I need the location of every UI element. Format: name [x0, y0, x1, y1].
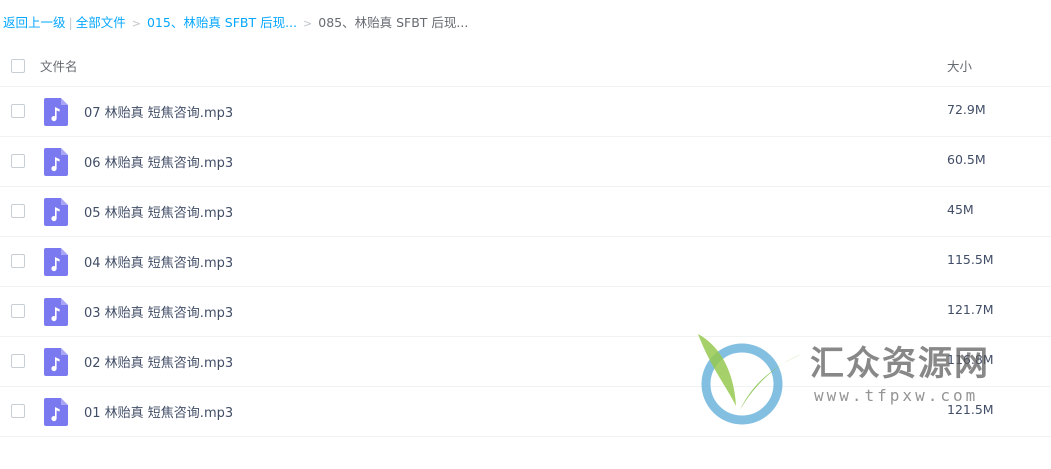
file-name[interactable]: 03 林贻真 短焦咨询.mp3 [84, 302, 233, 321]
file-checkbox[interactable] [11, 354, 25, 368]
file-size: 72.9M [947, 102, 986, 117]
file-row[interactable]: 02 林贻真 短焦咨询.mp3 116.8M [0, 337, 1051, 387]
file-name[interactable]: 02 林贻真 短焦咨询.mp3 [84, 352, 233, 371]
file-size: 121.7M [947, 302, 994, 317]
chevron-right-icon: > [303, 17, 313, 30]
breadcrumb-folder-015[interactable]: 015、林贻真 SFBT 后现... [147, 15, 297, 30]
file-checkbox[interactable] [11, 104, 25, 118]
select-all-checkbox[interactable] [11, 59, 25, 73]
file-size: 115.5M [947, 252, 994, 267]
file-size: 45M [947, 202, 974, 217]
file-row[interactable]: 04 林贻真 短焦咨询.mp3 115.5M [0, 237, 1051, 287]
breadcrumb-all-files[interactable]: 全部文件 [76, 15, 126, 30]
music-file-icon [44, 148, 68, 176]
file-checkbox[interactable] [11, 204, 25, 218]
file-size: 116.8M [947, 352, 994, 367]
music-file-icon [44, 398, 68, 426]
music-file-icon [44, 198, 68, 226]
back-link[interactable]: 返回上一级 [3, 15, 66, 30]
file-checkbox[interactable] [11, 304, 25, 318]
breadcrumb-separator: | [68, 15, 73, 30]
file-checkbox[interactable] [11, 254, 25, 268]
music-file-icon [44, 298, 68, 326]
file-row[interactable]: 05 林贻真 短焦咨询.mp3 45M [0, 187, 1051, 237]
file-checkbox[interactable] [11, 404, 25, 418]
music-file-icon [44, 98, 68, 126]
breadcrumb-current-folder: 085、林贻真 SFBT 后现... [318, 15, 469, 30]
file-name[interactable]: 05 林贻真 短焦咨询.mp3 [84, 202, 233, 221]
column-header-size[interactable]: 大小 [947, 56, 972, 75]
file-row[interactable]: 01 林贻真 短焦咨询.mp3 121.5M [0, 387, 1051, 437]
file-name[interactable]: 04 林贻真 短焦咨询.mp3 [84, 252, 233, 271]
file-row[interactable]: 06 林贻真 短焦咨询.mp3 60.5M [0, 137, 1051, 187]
file-row[interactable]: 03 林贻真 短焦咨询.mp3 121.7M [0, 287, 1051, 337]
file-size: 121.5M [947, 402, 994, 417]
file-row[interactable]: 07 林贻真 短焦咨询.mp3 72.9M [0, 87, 1051, 137]
music-file-icon [44, 248, 68, 276]
file-list: 文件名 大小 07 林贻真 短焦咨询.mp3 72.9M 06 林贻真 短焦咨询.m… [0, 40, 1051, 437]
breadcrumb: 返回上一级 | 全部文件 >015、林贻真 SFBT 后现... >085、林贻真 SF… [3, 13, 468, 33]
file-name[interactable]: 06 林贻真 短焦咨询.mp3 [84, 152, 233, 171]
file-name[interactable]: 07 林贻真 短焦咨询.mp3 [84, 102, 233, 121]
chevron-right-icon: > [131, 17, 141, 30]
file-size: 60.5M [947, 152, 986, 167]
file-list-header: 文件名 大小 [0, 40, 1051, 87]
column-header-name[interactable]: 文件名 [40, 56, 78, 75]
music-file-icon [44, 348, 68, 376]
file-checkbox[interactable] [11, 154, 25, 168]
file-name[interactable]: 01 林贻真 短焦咨询.mp3 [84, 402, 233, 421]
